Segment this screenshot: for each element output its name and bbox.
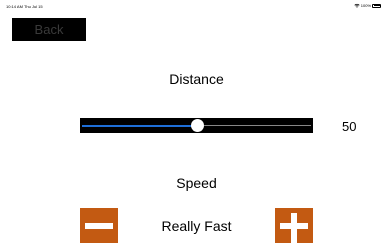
slider-track-remaining (196, 125, 311, 126)
status-right: 100% (354, 3, 381, 8)
screen: 10:14 AM Thu Jul 15 100% Back Distance 5… (0, 0, 385, 243)
distance-label: Distance (169, 71, 224, 87)
distance-slider[interactable] (80, 118, 313, 133)
distance-value: 50 (342, 119, 357, 134)
slider-thumb[interactable] (190, 119, 204, 132)
wifi-icon (354, 3, 360, 8)
battery-percent: 100% (360, 3, 371, 8)
speed-decrease-button[interactable] (80, 208, 118, 243)
speed-label: Speed (176, 175, 217, 191)
back-button[interactable]: Back (12, 18, 86, 41)
status-bar: 10:14 AM Thu Jul 15 100% (0, 0, 385, 12)
minus-icon (85, 223, 113, 229)
battery-icon (372, 3, 381, 8)
speed-value: Really Fast (161, 218, 232, 234)
speed-increase-button[interactable] (275, 208, 313, 243)
slider-fill (82, 125, 197, 127)
status-time: 10:14 AM Thu Jul 15 (6, 4, 43, 9)
